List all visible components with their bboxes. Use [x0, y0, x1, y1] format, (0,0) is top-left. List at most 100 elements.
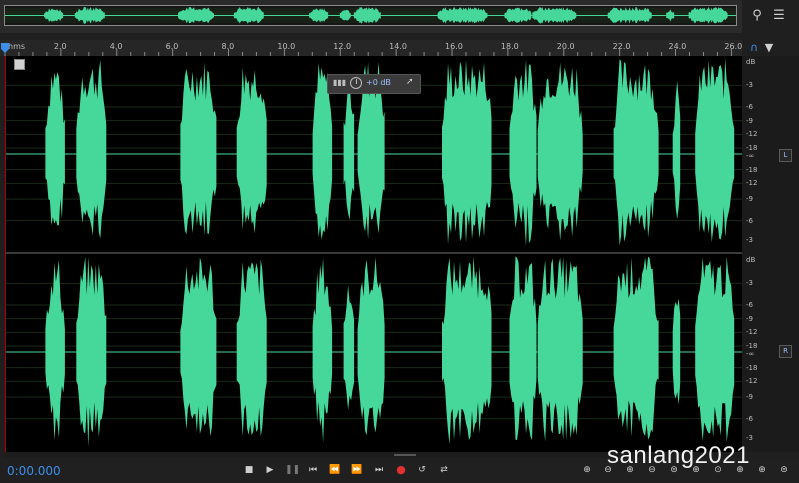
overview-segment [233, 7, 264, 24]
volume-knob[interactable] [350, 77, 362, 89]
db-label: -3 [746, 236, 753, 245]
waveform-segment [236, 259, 267, 437]
ruler-tick-label: 18.0 [500, 42, 519, 51]
channel-left-badge[interactable]: L [779, 149, 792, 162]
db-label: -9 [746, 393, 753, 402]
db-label: -9 [746, 195, 753, 204]
db-label: -6 [746, 300, 753, 309]
waveform-editor[interactable] [5, 56, 743, 452]
overview-segment [688, 7, 728, 24]
waveform-segment [672, 81, 681, 220]
waveform-segment [180, 62, 217, 236]
db-label: -12 [746, 328, 758, 337]
waveform-segment [357, 257, 385, 436]
db-label: -6 [746, 102, 753, 111]
scrollbar-grip[interactable] [394, 454, 416, 456]
waveform-segment [695, 256, 735, 443]
time-ruler[interactable]: hms 2.0 4.0 6.0 8.0 10.0 12.0 14.0 16.0 18.0 20.0… [0, 40, 742, 56]
ruler-tick-label: 6.0 [165, 42, 179, 51]
overview-strip[interactable] [0, 0, 742, 33]
skip-selection-icon[interactable]: ⇄ [437, 463, 451, 477]
db-label: -3 [746, 279, 753, 288]
overview-segment [353, 7, 381, 24]
waveform-segment [312, 258, 333, 443]
zoom-right-icon[interactable]: ⊕ [755, 463, 769, 477]
watermark: sanlang2021 [607, 442, 750, 469]
overview-segment [178, 7, 214, 24]
skip-start-icon[interactable]: ⏮ [306, 463, 320, 477]
ruler-tick-label: 20.0 [556, 42, 575, 51]
zoom-in-amplitude-icon[interactable]: ⊕ [580, 463, 594, 477]
overview-segment [607, 7, 652, 24]
fast-forward-icon[interactable]: ⏩ [350, 463, 364, 477]
waveform-segment [76, 256, 107, 447]
db-label: -12 [746, 130, 758, 139]
db-scale: dB -3 -6 -9 -12 -18 -∞ -18 -12 -9 -6 -3 dB -3 -6 -9 -12-… [742, 56, 799, 452]
db-label: -3 [746, 81, 753, 90]
db-label: dB [746, 255, 756, 264]
overview-segment [309, 8, 329, 23]
db-label: -9 [746, 116, 753, 125]
db-label: -18 [746, 363, 758, 372]
skip-end-icon[interactable]: ⏭ [372, 463, 386, 477]
track-corner-icon[interactable] [14, 59, 25, 70]
zoom-reset-icon[interactable]: ⊜ [777, 463, 791, 477]
waveform-segment [672, 298, 681, 405]
waveform-segment [442, 59, 492, 245]
channel-right-lane[interactable] [6, 254, 743, 450]
db-label: -18 [746, 144, 758, 153]
db-label: -12 [746, 179, 758, 188]
ruler-tick-label: 12.0 [333, 42, 352, 51]
waveform-segment [537, 62, 583, 241]
meter-icon: ▮▮▮ [333, 78, 347, 87]
ruler-tick-label: 2.0 [53, 42, 67, 51]
db-label: -12 [746, 377, 758, 386]
overview-segment [437, 7, 488, 24]
record-icon[interactable]: ● [394, 463, 408, 477]
ruler-unit-label: hms [8, 42, 26, 51]
waveform-segment [442, 256, 492, 445]
ruler-tick-label: 16.0 [445, 42, 463, 51]
zoom-to-fit-icon[interactable]: ⚲ [748, 8, 766, 24]
menu-icon[interactable]: ☰ [770, 8, 788, 24]
db-label: -∞ [746, 349, 755, 358]
waveform-segment [695, 58, 735, 243]
waveform-segment [45, 259, 65, 441]
volume-value: +0 dB [366, 78, 391, 87]
waveform-segment [613, 59, 659, 246]
play-icon[interactable]: ▶ [263, 463, 277, 477]
overview-segment [532, 7, 577, 24]
overview-segment [504, 7, 532, 23]
loop-icon[interactable]: ↺ [415, 463, 429, 477]
pin-icon[interactable]: ▼ [760, 40, 778, 56]
ruler-tick-label: 8.0 [221, 42, 235, 51]
ruler-tick-label: 14.0 [389, 42, 407, 51]
waveform-segment [180, 257, 217, 437]
channel-right-badge[interactable]: R [779, 345, 792, 358]
db-label: dB [746, 57, 756, 66]
waveform-segment [45, 72, 65, 226]
waveform-segment [343, 285, 355, 411]
volume-hud[interactable]: ▮▮▮ +0 dB ➚ [327, 74, 421, 94]
timecode-display[interactable]: 0:00.000 [7, 464, 61, 478]
ruler-tick-label: 10.0 [277, 42, 296, 51]
pause-icon[interactable]: ❚❚ [285, 463, 300, 477]
db-label: -∞ [746, 151, 755, 160]
ruler-tick-label: 22.0 [612, 42, 631, 51]
db-label: -18 [746, 342, 758, 351]
waveform-segment [236, 67, 267, 234]
db-label: -6 [746, 414, 753, 423]
rewind-icon[interactable]: ⏪ [328, 463, 342, 477]
db-label: -9 [746, 314, 753, 323]
waveform-segment [613, 256, 659, 440]
ruler-tick-label: 26.0 [724, 42, 743, 51]
pin-hud-icon[interactable]: ➚ [406, 77, 414, 87]
waveform-segment [76, 59, 107, 239]
overview-viewport[interactable] [4, 5, 737, 26]
db-label: -18 [746, 165, 758, 174]
ruler-tick-label: 24.0 [668, 42, 687, 51]
waveform-segment [509, 59, 537, 247]
channel-right-waveform [6, 256, 743, 447]
stop-icon[interactable]: ■ [242, 463, 256, 477]
overview-waveform [5, 7, 736, 24]
